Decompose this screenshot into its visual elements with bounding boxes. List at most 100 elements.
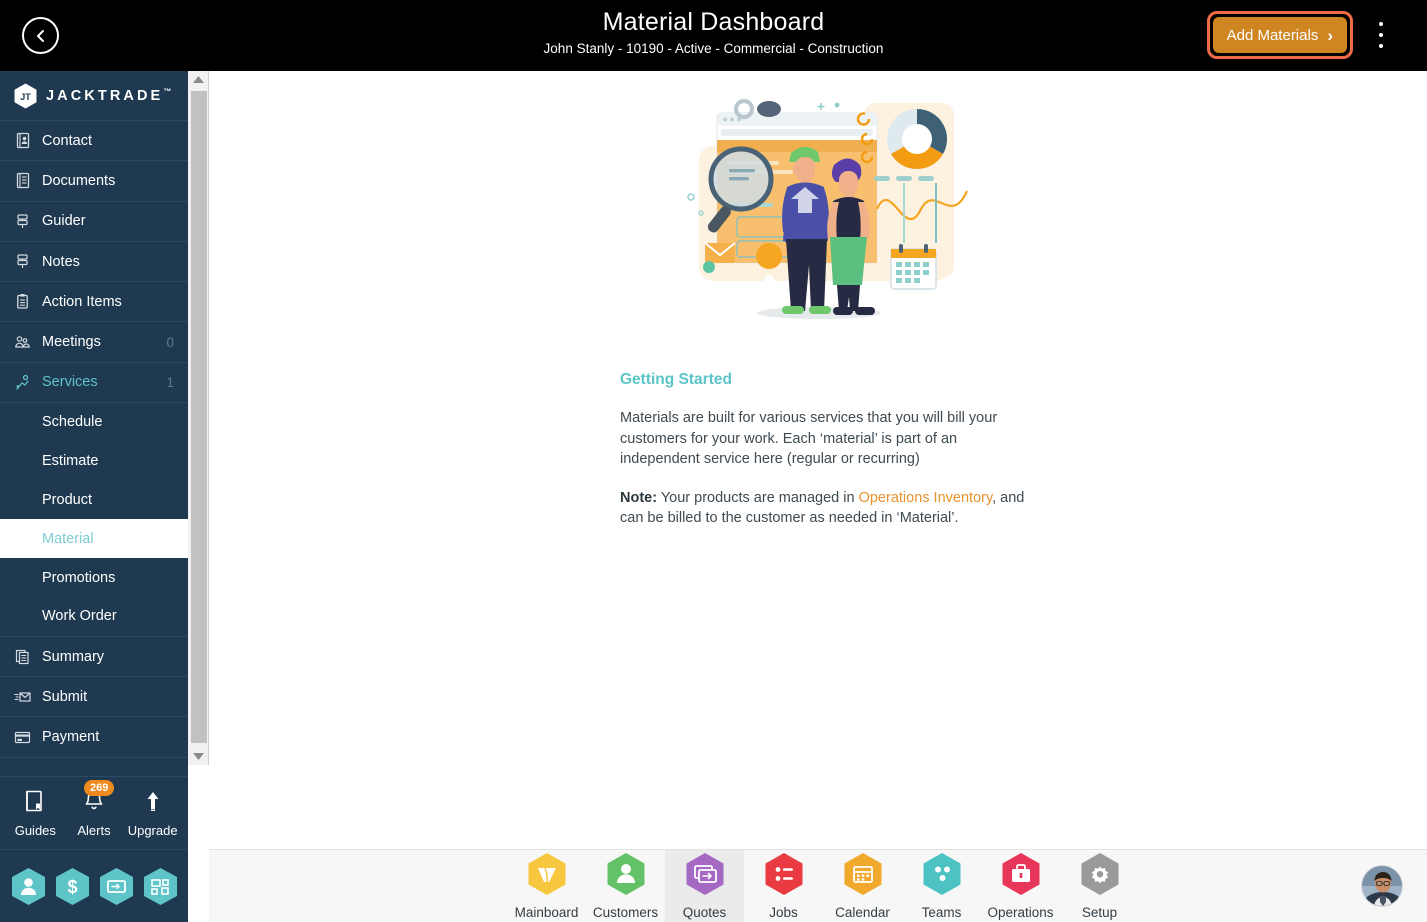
mainboard-hex-icon bbox=[527, 852, 567, 901]
sidebar-item-label: Action Items bbox=[42, 293, 122, 310]
analytics-team-illustration bbox=[669, 91, 989, 341]
scroll-down-arrow-icon[interactable] bbox=[188, 748, 209, 765]
upgrade-label: Upgrade bbox=[127, 822, 178, 838]
upgrade-button[interactable]: Upgrade bbox=[125, 789, 181, 838]
jacktrade-hex-icon: JT bbox=[14, 83, 37, 109]
sidebar-item-label: Notes bbox=[42, 253, 80, 270]
sidebar-tools: Guides 269 Alerts Upgrade bbox=[0, 777, 188, 850]
sidebar-scrollbar[interactable] bbox=[188, 71, 209, 765]
bottom-nav-label: Mainboard bbox=[514, 905, 579, 920]
brand-logo[interactable]: JT JACKTRADE™ bbox=[0, 71, 188, 121]
main-content: Getting Started Materials are built for … bbox=[209, 71, 1427, 849]
sidebar-item-documents[interactable]: Documents bbox=[0, 161, 188, 202]
bottom-nav-calendar[interactable]: Calendar bbox=[823, 850, 902, 922]
alerts-badge: 269 bbox=[83, 779, 115, 796]
sidebar-subitem-schedule[interactable]: Schedule bbox=[0, 403, 188, 442]
workflow-hex-icon[interactable] bbox=[143, 867, 178, 906]
sidebar-item-contact[interactable]: Contact bbox=[0, 121, 188, 162]
scrollbar-thumb[interactable] bbox=[191, 91, 207, 743]
add-materials-button[interactable]: Add Materials › bbox=[1212, 17, 1347, 53]
app-root: Material Dashboard John Stanly - 10190 -… bbox=[0, 0, 1427, 922]
customers-hex-icon bbox=[606, 852, 646, 901]
chevron-right-icon: › bbox=[1327, 25, 1333, 45]
bottom-nav-items: Mainboard Customers Quotes Jobs Calendar… bbox=[507, 849, 1139, 922]
sidebar-item-label: Services bbox=[42, 374, 98, 391]
note-text-before: Your products are managed in bbox=[657, 489, 859, 506]
sidebar-item-summary[interactable]: Summary bbox=[0, 637, 188, 678]
clipboard-icon bbox=[14, 293, 31, 310]
sidebar-subitem-label: Material bbox=[42, 530, 94, 547]
bottom-nav-label: Customers bbox=[592, 905, 659, 920]
bottom-nav-label: Calendar bbox=[835, 905, 890, 920]
bottom-nav-label: Teams bbox=[921, 905, 962, 920]
sidebar-item-services[interactable]: Services 1 bbox=[0, 363, 188, 404]
bottom-nav-mainboard[interactable]: Mainboard bbox=[507, 850, 586, 922]
contact-book-icon bbox=[14, 132, 31, 149]
sidebar-item-label: Guider bbox=[42, 213, 86, 230]
sidebar-item-action-items[interactable]: Action Items bbox=[0, 282, 188, 323]
sidebar-subitem-product[interactable]: Product bbox=[0, 481, 188, 520]
meetings-icon bbox=[14, 334, 31, 351]
sidebar-item-label: Submit bbox=[42, 688, 88, 705]
user-hex-icon[interactable] bbox=[11, 867, 46, 906]
bottom-nav-teams[interactable]: Teams bbox=[902, 850, 981, 922]
getting-started-note: Note: Your products are managed in Opera… bbox=[620, 488, 1040, 529]
sidebar-item-label: Meetings bbox=[42, 334, 101, 351]
getting-started-title: Getting Started bbox=[620, 371, 732, 388]
teams-hex-icon bbox=[922, 852, 962, 901]
payment-card-icon bbox=[14, 729, 31, 746]
guider-icon bbox=[14, 213, 31, 230]
sidebar: JT JACKTRADE™ Contact Documents Guider N… bbox=[0, 71, 188, 922]
bottom-nav-quotes[interactable]: Quotes bbox=[665, 849, 744, 922]
sidebar-subitem-material[interactable]: Material bbox=[0, 519, 188, 559]
brand-name: JACKTRADE™ bbox=[46, 87, 172, 104]
operations-inventory-link[interactable]: Operations Inventory bbox=[859, 490, 993, 506]
dollar-hex-icon[interactable]: $ bbox=[55, 867, 90, 906]
svg-text:$: $ bbox=[67, 877, 77, 897]
user-avatar[interactable] bbox=[1361, 865, 1403, 907]
sidebar-subitem-label: Estimate bbox=[42, 453, 99, 470]
alerts-label: Alerts bbox=[77, 822, 111, 838]
getting-started-panel: Getting Started Materials are built for … bbox=[620, 371, 1040, 547]
sidebar-item-notes[interactable]: Notes bbox=[0, 242, 188, 283]
sidebar-subitem-estimate[interactable]: Estimate bbox=[0, 442, 188, 481]
bottom-nav-jobs[interactable]: Jobs bbox=[744, 850, 823, 922]
calendar-hex-icon bbox=[843, 852, 883, 901]
bottom-nav-customers[interactable]: Customers bbox=[586, 850, 665, 922]
book-icon bbox=[23, 789, 47, 819]
sidebar-footer: Guides 269 Alerts Upgrade $ bbox=[0, 776, 188, 922]
payment-hex-icon[interactable] bbox=[99, 867, 134, 906]
bottom-nav-label: Operations bbox=[987, 905, 1054, 920]
sidebar-item-meetings[interactable]: Meetings 0 bbox=[0, 322, 188, 363]
sidebar-item-count: 0 bbox=[166, 334, 174, 350]
bottom-nav-operations[interactable]: Operations bbox=[981, 850, 1060, 922]
scroll-up-arrow-icon[interactable] bbox=[188, 71, 209, 88]
bottom-nav-label: Setup bbox=[1081, 905, 1118, 920]
sidebar-nav: Contact Documents Guider Notes Action It… bbox=[0, 121, 188, 776]
add-materials-label: Add Materials bbox=[1226, 26, 1319, 44]
sidebar-item-submit[interactable]: Submit bbox=[0, 677, 188, 718]
bottom-nav-label: Jobs bbox=[769, 905, 798, 920]
top-bar: Material Dashboard John Stanly - 10190 -… bbox=[0, 0, 1427, 71]
bottom-nav-setup[interactable]: Setup bbox=[1060, 850, 1139, 922]
sidebar-subitem-label: Work Order bbox=[42, 608, 117, 625]
jobs-hex-icon bbox=[764, 852, 804, 901]
operations-hex-icon bbox=[1001, 852, 1041, 901]
sidebar-item-guider[interactable]: Guider bbox=[0, 202, 188, 242]
notes-icon bbox=[14, 253, 31, 270]
summary-pages-icon bbox=[14, 648, 31, 665]
alerts-button[interactable]: 269 Alerts bbox=[66, 779, 122, 838]
bottom-nav: Mainboard Customers Quotes Jobs Calendar… bbox=[209, 849, 1427, 922]
sidebar-subitem-label: Promotions bbox=[42, 569, 116, 586]
services-subnav: Schedule Estimate Product Material Promo… bbox=[0, 403, 188, 637]
kebab-menu-icon[interactable] bbox=[1371, 19, 1391, 51]
kebab-dot bbox=[1379, 44, 1383, 48]
sidebar-item-payment[interactable]: Payment bbox=[0, 717, 188, 758]
sidebar-subitem-label: Schedule bbox=[42, 414, 103, 431]
sidebar-subitem-work-order[interactable]: Work Order bbox=[0, 597, 188, 636]
guides-button[interactable]: Guides bbox=[7, 789, 63, 838]
services-icon bbox=[14, 374, 31, 391]
note-label: Note: bbox=[620, 489, 658, 506]
sidebar-subitem-promotions[interactable]: Promotions bbox=[0, 558, 188, 597]
quotes-hex-icon bbox=[685, 852, 725, 901]
